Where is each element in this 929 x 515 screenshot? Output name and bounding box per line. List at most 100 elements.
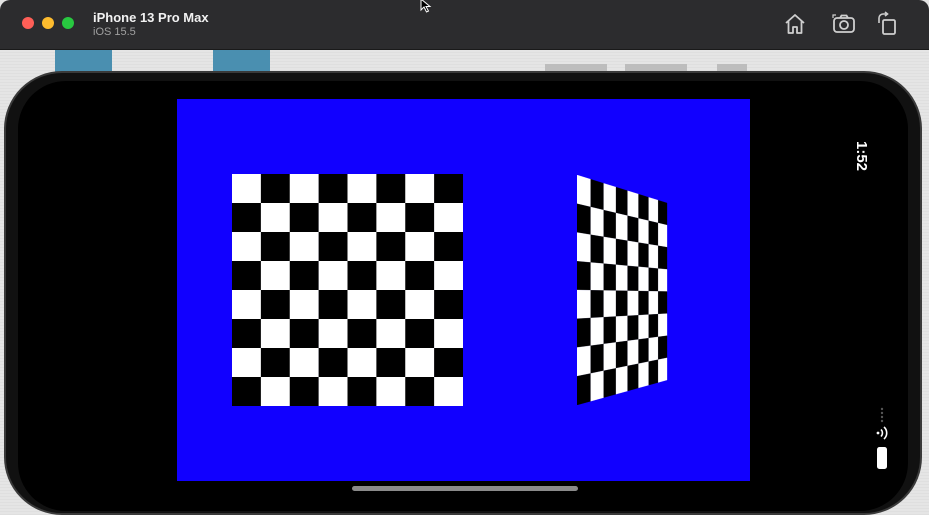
checker-square <box>347 203 377 233</box>
checker-square <box>347 377 377 406</box>
minimize-window-button[interactable] <box>42 17 54 29</box>
checker-square <box>615 340 628 369</box>
checker-square <box>638 193 649 221</box>
status-time: 1:52 <box>853 141 870 172</box>
phone-screen[interactable]: 1:52 <box>18 81 908 511</box>
checker-square <box>376 174 406 204</box>
mouse-cursor-icon <box>420 0 432 13</box>
checker-square <box>232 174 262 204</box>
screenshot-button[interactable] <box>831 11 857 37</box>
checker-square <box>289 261 319 291</box>
checker-square <box>615 264 628 291</box>
checker-square <box>590 290 604 319</box>
checker-square <box>638 266 649 292</box>
checker-square <box>627 215 639 243</box>
checker-square <box>347 319 377 349</box>
checker-square <box>260 290 291 320</box>
checker-square <box>577 317 591 348</box>
checker-square <box>638 314 649 340</box>
checker-square <box>603 290 617 318</box>
checker-square <box>318 377 348 406</box>
checker-square <box>577 203 591 235</box>
battery-icon <box>877 447 887 469</box>
checker-square <box>232 290 262 320</box>
checker-square <box>627 265 639 292</box>
checker-square <box>615 365 628 395</box>
checker-square <box>434 290 463 320</box>
checker-square <box>658 222 668 248</box>
checker-square <box>318 261 348 291</box>
checker-square <box>590 206 604 238</box>
checker-square <box>615 290 628 317</box>
checker-square <box>648 336 659 362</box>
checker-square <box>376 290 406 320</box>
checker-square <box>434 261 463 291</box>
checker-square <box>376 261 406 291</box>
app-blue-view[interactable] <box>177 99 750 481</box>
checker-square <box>603 342 617 371</box>
checker-square <box>318 348 348 378</box>
checker-square <box>376 348 406 378</box>
device-name: iPhone 13 Pro Max <box>93 10 209 25</box>
checker-square <box>615 238 628 266</box>
checker-square <box>638 218 649 245</box>
checker-square <box>260 377 291 406</box>
checker-square <box>289 377 319 406</box>
checker-square <box>590 234 604 264</box>
checker-square <box>289 174 319 204</box>
checker-square <box>648 359 659 386</box>
checker-square <box>658 200 668 226</box>
status-icons <box>876 407 888 469</box>
checker-square <box>638 337 649 364</box>
checker-square <box>627 290 639 317</box>
perspective-checkerboard <box>577 175 668 405</box>
checker-square <box>289 319 319 349</box>
checker-square <box>318 232 348 262</box>
checker-square <box>638 242 649 268</box>
checker-square <box>376 319 406 349</box>
zoom-window-button[interactable] <box>62 17 74 29</box>
checker-square <box>615 186 628 216</box>
checker-square <box>260 261 291 291</box>
iphone-frame: 1:52 <box>4 71 922 515</box>
checker-square <box>627 240 639 267</box>
home-indicator[interactable] <box>352 486 578 491</box>
checker-square <box>232 348 262 378</box>
checker-square <box>260 232 291 262</box>
checker-square <box>590 179 604 211</box>
checker-square <box>590 370 604 402</box>
checker-square <box>658 313 668 338</box>
close-window-button[interactable] <box>22 17 34 29</box>
simulator-titlebar: iPhone 13 Pro Max iOS 15.5 <box>0 0 929 50</box>
checker-square <box>289 290 319 320</box>
checker-square <box>347 348 377 378</box>
checker-square <box>658 357 668 383</box>
checker-square <box>376 377 406 406</box>
checker-square <box>405 377 435 406</box>
checker-square <box>260 348 291 378</box>
flat-checkerboard <box>232 174 463 406</box>
signal-dots-icon <box>880 407 884 423</box>
checker-square <box>347 261 377 291</box>
rotate-button[interactable] <box>875 11 901 37</box>
checker-square <box>318 174 348 204</box>
checker-square <box>577 345 591 377</box>
checker-square <box>318 319 348 349</box>
checker-square <box>627 363 639 392</box>
wifi-icon <box>876 426 888 440</box>
checker-square <box>577 175 591 208</box>
checker-square <box>648 291 659 315</box>
checker-square <box>590 317 604 346</box>
checker-square <box>603 209 617 240</box>
checker-square <box>347 290 377 320</box>
checker-square <box>658 268 668 292</box>
screenshot-icon <box>832 14 855 33</box>
checker-square <box>627 339 639 367</box>
checker-square <box>577 373 591 405</box>
checker-square <box>289 348 319 378</box>
home-icon <box>785 14 805 34</box>
checker-square <box>627 190 639 219</box>
checker-square <box>590 262 604 291</box>
checker-square <box>603 368 617 398</box>
home-button[interactable] <box>782 11 808 37</box>
